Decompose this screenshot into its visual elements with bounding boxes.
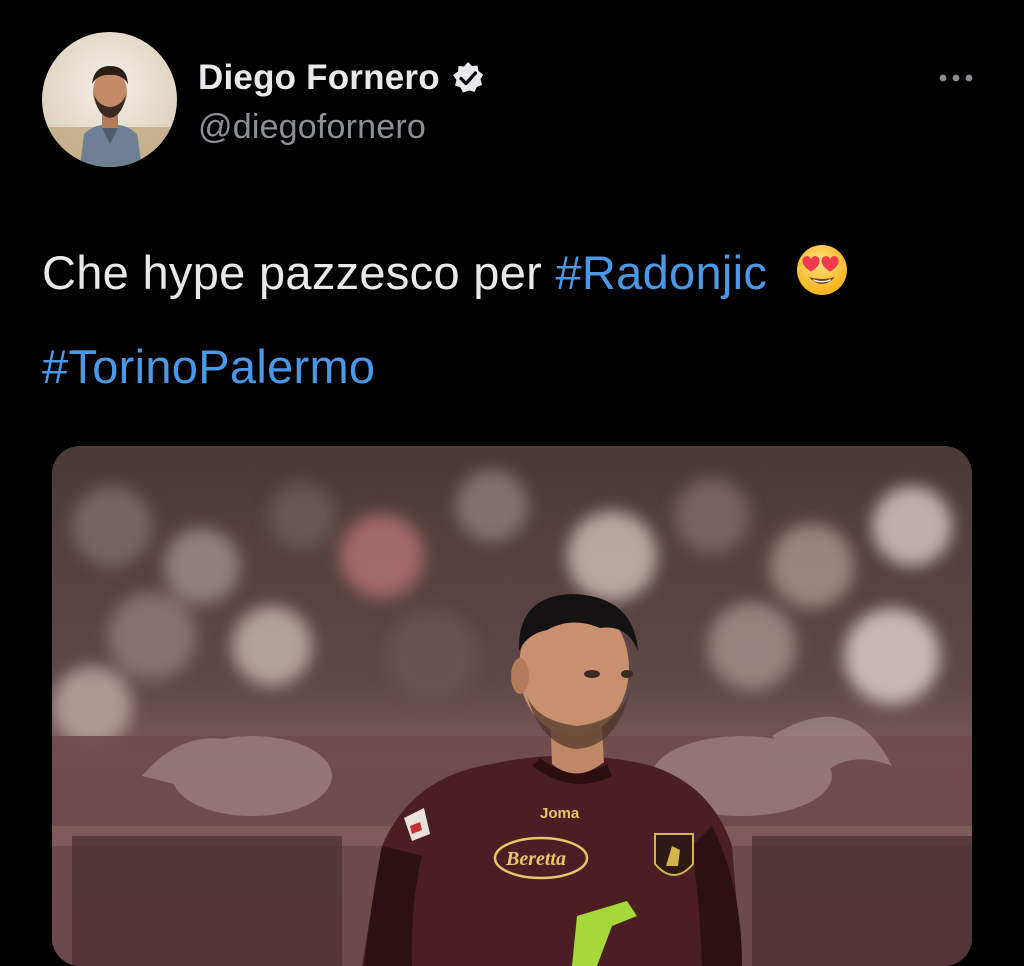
- author-handle[interactable]: @diegofornero: [198, 108, 486, 147]
- hashtag-radonjic[interactable]: #Radonjic: [555, 246, 767, 299]
- jersey-sponsor-top: Joma: [540, 805, 580, 822]
- tweet-text-plain: Che hype pazzesco per: [42, 246, 543, 299]
- football-player-photo-icon: Joma Beretta: [52, 446, 972, 966]
- author-info: Diego Fornero @diegofornero: [198, 54, 486, 147]
- heart-eyes-emoji-icon: [795, 234, 849, 295]
- author-display-name[interactable]: Diego Fornero: [198, 58, 440, 98]
- tweet-text: Che hype pazzesco per #Radonjic #TorinoP…: [42, 226, 972, 414]
- tweet-card[interactable]: Diego Fornero @diegofornero Che hype paz…: [0, 0, 1024, 966]
- jersey-sponsor-main: Beretta: [505, 848, 566, 870]
- display-name-row: Diego Fornero: [198, 54, 486, 102]
- verified-badge-icon: [450, 60, 486, 96]
- tweet-header: Diego Fornero @diegofornero: [42, 32, 982, 168]
- user-avatar-icon: [42, 32, 177, 167]
- hashtag-torinopalermo[interactable]: #TorinoPalermo: [42, 340, 375, 393]
- tweet-media-image[interactable]: Joma Beretta: [52, 446, 972, 966]
- author-avatar[interactable]: [42, 32, 177, 167]
- more-horizontal-icon[interactable]: [936, 70, 976, 86]
